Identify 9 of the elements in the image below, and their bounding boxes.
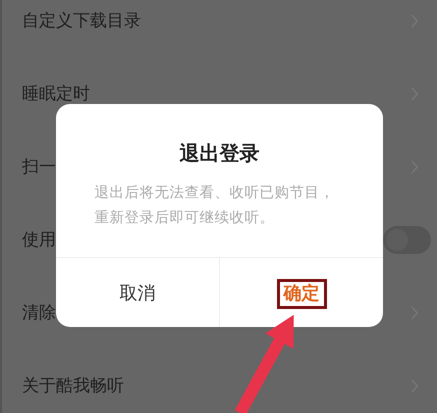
setting-label: 睡眠定时 (22, 83, 90, 105)
toggle-switch[interactable] (383, 226, 431, 254)
setting-label: 自定义下载目录 (22, 10, 141, 32)
setting-label: 清除 (22, 302, 56, 324)
setting-label: 扫一 (22, 156, 56, 178)
setting-label: 使用 (22, 229, 56, 251)
dialog-title: 退出登录 (180, 140, 260, 167)
dialog-message: 退出后将无法查看、收听已购节目，重新登录后即可继续收听。 (94, 184, 336, 228)
setting-label: 关于酷我畅听 (22, 375, 124, 397)
